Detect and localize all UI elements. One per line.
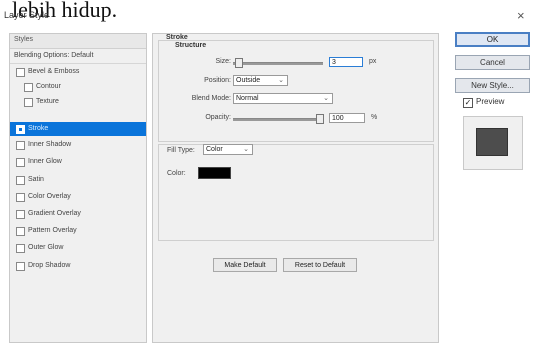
size-unit: px [369,58,377,65]
preview-swatch [476,128,508,156]
checkbox-stroke[interactable] [16,125,25,134]
style-item-label: Gradient Overlay [28,210,81,217]
fill-type-value: Color [206,146,223,153]
checkbox-gradient-overlay[interactable] [16,210,25,219]
new-style-button[interactable]: New Style... [455,78,530,93]
blending-options-item[interactable]: Blending Options: Default [10,49,146,64]
color-label: Color: [167,170,186,177]
opacity-slider[interactable] [233,118,323,121]
blend-mode-label: Blend Mode: [191,95,231,102]
style-item-satin[interactable]: Satin [10,173,146,188]
ok-button[interactable]: OK [455,32,530,47]
opacity-unit: % [371,114,378,121]
cancel-button[interactable]: Cancel [455,55,530,70]
checkbox-drop-shadow[interactable] [16,262,25,271]
style-item-label: Texture [36,98,59,105]
fill-group [158,144,434,241]
make-default-button[interactable]: Make Default [213,258,277,272]
style-item-drop-shadow[interactable]: Drop Shadow [10,259,146,274]
style-item-color-overlay[interactable]: Color Overlay [10,190,146,205]
style-item-label: Inner Shadow [28,141,72,148]
style-item-contour[interactable]: Contour [10,80,146,95]
chevron-down-icon: ⌄ [323,95,329,102]
preview-toggle[interactable]: ✓ Preview [463,97,533,109]
position-select[interactable]: Outside ⌄ [233,75,288,86]
style-item-stroke[interactable]: Stroke [10,122,146,136]
style-item-outer-glow[interactable]: Outer Glow [10,241,146,256]
fill-type-label: Fill Type: [167,147,195,154]
style-item-label: Bevel & Emboss [28,68,80,75]
opacity-input[interactable]: 100 [329,113,365,123]
stroke-settings-panel: Stroke Structure Size: 3 px Position: Ou… [152,33,439,343]
position-label: Position: [204,77,231,84]
styles-list: Styles Blending Options: Default Bevel &… [9,33,147,343]
size-slider-thumb[interactable] [235,58,243,68]
checkbox-bevel-emboss[interactable] [16,68,25,77]
opacity-slider-thumb[interactable] [316,114,324,124]
preview-label: Preview [476,97,505,106]
stroke-color-swatch[interactable] [198,167,231,179]
styles-header-label: Styles [14,36,34,43]
checkbox-color-overlay[interactable] [16,193,25,202]
checkbox-satin[interactable] [16,176,25,185]
position-value: Outside [236,77,261,84]
style-item-label: Color Overlay [28,193,71,200]
size-label: Size: [215,58,231,65]
style-item-label: Contour [36,83,61,90]
checkbox-pattern-overlay[interactable] [16,227,25,236]
style-item-label: Outer Glow [28,244,64,251]
checkbox-inner-shadow[interactable] [16,141,25,150]
checkbox-texture[interactable] [24,98,33,107]
reset-to-default-button[interactable]: Reset to Default [283,258,357,272]
style-item-gradient-overlay[interactable]: Gradient Overlay [10,207,146,222]
structure-group [158,40,434,142]
style-item-texture[interactable]: Texture [10,95,146,110]
close-icon[interactable]: × [517,8,525,23]
chevron-down-icon: ⌄ [243,146,249,153]
size-input[interactable]: 3 [329,57,363,67]
blend-mode-value: Normal [236,95,259,102]
checkbox-contour[interactable] [24,83,33,92]
blending-options-label: Blending Options: Default [14,52,94,59]
style-item-pattern-overlay[interactable]: Pattern Overlay [10,224,146,239]
window-title: Layer Style [4,10,50,20]
style-item-inner-shadow[interactable]: Inner Shadow [10,138,146,153]
structure-title: Structure [173,42,209,49]
style-item-label: Drop Shadow [28,262,71,269]
styles-header[interactable]: Styles [10,34,146,49]
opacity-label: Opacity: [205,114,231,121]
style-item-label: Satin [28,176,44,183]
size-slider[interactable] [233,62,323,65]
checkbox-inner-glow[interactable] [16,158,25,167]
style-item-label: Inner Glow [28,158,62,165]
chevron-down-icon: ⌄ [278,77,284,84]
fill-type-select[interactable]: Color ⌄ [203,144,253,155]
style-item-label: Pattern Overlay [28,227,77,234]
blend-mode-select[interactable]: Normal ⌄ [233,93,333,104]
style-item-label: Stroke [28,125,49,132]
preview-checkbox[interactable]: ✓ [463,98,473,108]
style-item-inner-glow[interactable]: Inner Glow [10,155,146,170]
checkbox-outer-glow[interactable] [16,244,25,253]
style-item-bevel-emboss[interactable]: Bevel & Emboss [10,65,146,80]
